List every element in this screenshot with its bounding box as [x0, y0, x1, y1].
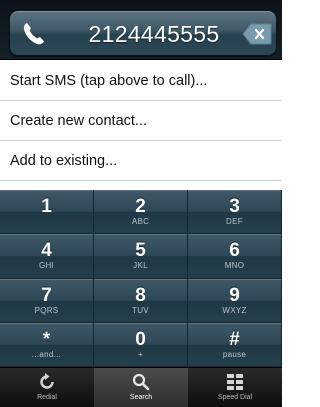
key-digit: 5 — [135, 240, 146, 262]
key-star[interactable]: * ...and... — [0, 322, 94, 367]
key-digit: 2 — [135, 196, 146, 217]
key-digit: 4 — [41, 240, 52, 262]
key-3[interactable]: 3 DEF — [188, 190, 282, 235]
key-digit: 7 — [41, 284, 52, 306]
dialed-number[interactable]: 2124445555 — [74, 20, 234, 48]
tab-search[interactable]: Search — [94, 368, 188, 407]
tab-label: Search — [129, 394, 153, 401]
number-display: 2124445555 — [9, 10, 277, 56]
key-digit: 3 — [229, 196, 240, 217]
start-sms-action[interactable]: Start SMS (tap above to call)... — [0, 61, 282, 101]
keypad: 1 2 ABC 3 DEF 4 GHI 5 JKL 6 MNO 7 PQRS 8… — [0, 190, 282, 367]
key-0[interactable]: 0 + — [94, 322, 188, 367]
phone-handset-icon[interactable] — [20, 20, 48, 48]
tab-label: Speed Dial — [217, 394, 253, 401]
key-digit: 6 — [229, 240, 240, 262]
key-digit: 9 — [229, 284, 240, 306]
key-digit: 8 — [135, 284, 146, 306]
key-letters: DEF — [226, 217, 243, 226]
key-1[interactable]: 1 — [0, 190, 94, 235]
action-list: Start SMS (tap above to call)... Create … — [0, 61, 282, 181]
key-letters: PQRS — [34, 305, 59, 315]
tab-bar: Redial Search Speed Dial — [0, 367, 282, 407]
key-4[interactable]: 4 GHI — [0, 234, 94, 279]
key-digit: 1 — [41, 196, 52, 217]
key-letters: WXYZ — [222, 305, 247, 315]
key-letters: ...and... — [31, 349, 62, 359]
key-digit: 0 — [135, 328, 146, 350]
key-letters: GHI — [38, 261, 55, 271]
tab-speed-dial[interactable]: Speed Dial — [188, 368, 282, 407]
key-hash[interactable]: # pause — [188, 322, 282, 367]
key-letters: pause — [222, 349, 247, 359]
tab-redial[interactable]: Redial — [0, 368, 94, 407]
key-2[interactable]: 2 ABC — [94, 190, 188, 235]
dialer-header: 2124445555 — [0, 0, 282, 60]
key-8[interactable]: 8 TUV — [94, 278, 188, 323]
key-5[interactable]: 5 JKL — [94, 234, 188, 279]
key-letters: + — [138, 349, 143, 359]
speed-dial-grid-icon — [227, 374, 243, 390]
add-to-existing-action[interactable]: Add to existing... — [0, 141, 282, 181]
create-contact-action[interactable]: Create new contact... — [0, 101, 282, 141]
key-digit: # — [229, 328, 240, 350]
search-icon — [132, 373, 150, 391]
backspace-clear-icon[interactable] — [242, 22, 272, 46]
key-7[interactable]: 7 PQRS — [0, 278, 94, 323]
redial-icon — [40, 373, 54, 389]
key-letters: MNO — [224, 261, 245, 271]
key-letters: ABC — [131, 217, 150, 226]
key-letters: JKL — [133, 261, 148, 271]
key-6[interactable]: 6 MNO — [188, 234, 282, 279]
key-letters: TUV — [132, 305, 149, 315]
key-digit: * — [42, 328, 51, 350]
tab-label: Redial — [37, 394, 57, 401]
key-9[interactable]: 9 WXYZ — [188, 278, 282, 323]
